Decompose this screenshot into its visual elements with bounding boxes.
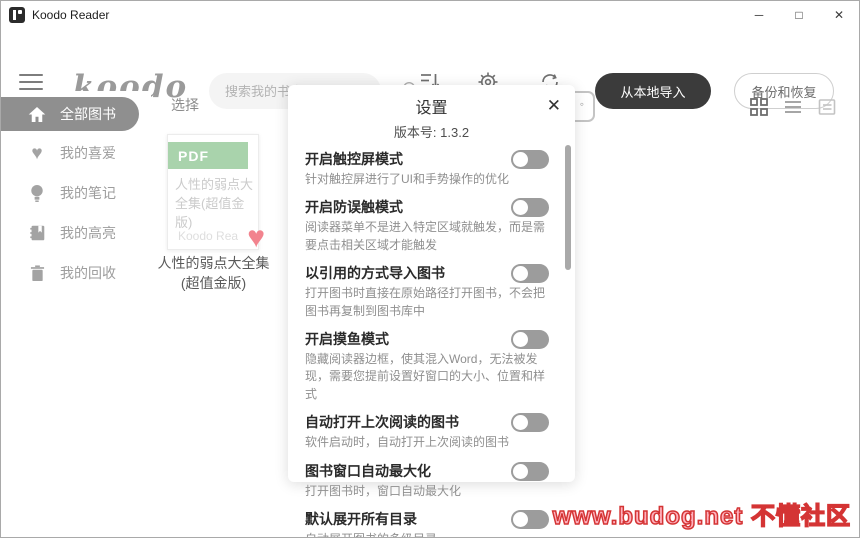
grid-view-icon[interactable] [749, 97, 769, 122]
sidebar-item-label: 全部图书 [60, 104, 116, 124]
sidebar-item-all-books[interactable]: 全部图书 [1, 97, 139, 131]
setting-desc: 针对触控屏进行了UI和手势操作的优化 [305, 171, 549, 188]
sidebar-item-trash[interactable]: 我的回收 [1, 256, 139, 290]
window-title: Koodo Reader [32, 8, 109, 22]
setting-row-import-by-reference: 以引用的方式导入图书 打开图书时直接在原始路径打开图书，不会把图书再复制到图书库… [305, 263, 549, 320]
sidebar-item-favorites[interactable]: ♥ 我的喜爱 [1, 136, 139, 170]
home-icon [27, 106, 47, 123]
close-dialog-icon[interactable]: ✕ [547, 97, 561, 114]
setting-row-auto-maximize: 图书窗口自动最大化 打开图书时，窗口自动最大化 [305, 461, 549, 500]
toggle-switch[interactable] [511, 413, 549, 432]
setting-row-stealth-mode: 开启摸鱼模式 隐藏阅读器边框，使其混入Word，无法被发现，需要您提前设置好窗口… [305, 329, 549, 403]
dialog-version: 版本号: 1.3.2 [288, 122, 575, 141]
heart-icon: ♥ [27, 144, 47, 163]
favorite-heart-icon[interactable]: ♥ [247, 223, 265, 253]
cover-watermark: Koodo Rea [178, 229, 238, 243]
setting-row-mistouch-mode: 开启防误触模式 阅读器菜单不是进入特定区域就触发，而是需要点击相关区域才能触发 [305, 197, 549, 254]
book-title: 人性的弱点大全集(超值金版) [151, 254, 276, 293]
minimize-button[interactable]: ─ [739, 1, 779, 29]
toggle-switch[interactable] [511, 330, 549, 349]
toggle-switch[interactable] [511, 510, 549, 529]
toolbar: koodo 从本地导入 备份和恢复 [1, 29, 859, 91]
dialog-scrollbar[interactable] [565, 145, 571, 270]
setting-row-touch-mode: 开启触控屏模式 针对触控屏进行了UI和手势操作的优化 [305, 149, 549, 188]
title-bar: Koodo Reader ─ □ ✕ [1, 1, 859, 29]
toggle-switch[interactable] [511, 150, 549, 169]
detail-view-icon[interactable] [817, 97, 837, 122]
setting-row-open-last-book: 自动打开上次阅读的图书 软件启动时，自动打开上次阅读的图书 [305, 412, 549, 451]
import-local-button[interactable]: 从本地导入 [595, 73, 711, 109]
setting-desc: 打开图书时直接在原始路径打开图书，不会把图书再复制到图书库中 [305, 285, 549, 320]
sidebar: 全部图书 ♥ 我的喜爱 我的笔记 我的高亮 我的回收 [1, 91, 151, 538]
setting-desc: 自动展开图书的多级目录 [305, 531, 549, 538]
settings-list: 开启触控屏模式 针对触控屏进行了UI和手势操作的优化 开启防误触模式 阅读器菜单… [288, 141, 575, 538]
view-switcher [749, 97, 837, 122]
dialog-title: 设置 [288, 85, 575, 118]
setting-desc: 打开图书时，窗口自动最大化 [305, 483, 549, 500]
toggle-switch[interactable] [511, 198, 549, 217]
close-window-button[interactable]: ✕ [819, 1, 859, 29]
site-watermark: www.budog.net 不懂社区 [553, 496, 851, 531]
sidebar-item-label: 我的喜爱 [60, 143, 116, 163]
list-view-icon[interactable] [783, 97, 803, 122]
setting-desc: 阅读器菜单不是进入特定区域就触发，而是需要点击相关区域才能触发 [305, 219, 549, 254]
notebook-icon [27, 224, 47, 242]
trash-icon [27, 265, 47, 282]
koodo-reader-window: Koodo Reader ─ □ ✕ koodo 从本地导入 备份和恢复 [0, 0, 860, 538]
idea-icon [27, 184, 47, 203]
menu-icon[interactable] [19, 74, 43, 92]
format-badge: PDF [168, 142, 248, 169]
sidebar-item-label: 我的回收 [60, 263, 116, 283]
app-logo-icon [9, 7, 25, 23]
toggle-switch[interactable] [511, 264, 549, 283]
sidebar-item-label: 我的笔记 [60, 183, 116, 203]
settings-dialog: 设置 版本号: 1.3.2 ✕ 开启触控屏模式 针对触控屏进行了UI和手势操作的… [288, 85, 575, 482]
toggle-switch[interactable] [511, 462, 549, 481]
select-label[interactable]: 选择 [171, 95, 199, 115]
window-controls: ─ □ ✕ [739, 1, 859, 29]
setting-desc: 软件启动时，自动打开上次阅读的图书 [305, 434, 549, 451]
cover-title: 人性的弱点大全集(超值金版) [175, 176, 255, 233]
maximize-button[interactable]: □ [779, 1, 819, 29]
setting-desc: 隐藏阅读器边框，使其混入Word，无法被发现，需要您提前设置好窗口的大小、位置和… [305, 351, 549, 403]
setting-row-expand-toc: 默认展开所有目录 自动展开图书的多级目录 [305, 509, 549, 538]
sidebar-item-label: 我的高亮 [60, 223, 116, 243]
book-cover-card[interactable]: PDF 人性的弱点大全集(超值金版) Koodo Rea ♥ [167, 134, 259, 250]
sidebar-item-highlights[interactable]: 我的高亮 [1, 216, 139, 250]
sidebar-item-notes[interactable]: 我的笔记 [1, 176, 139, 210]
